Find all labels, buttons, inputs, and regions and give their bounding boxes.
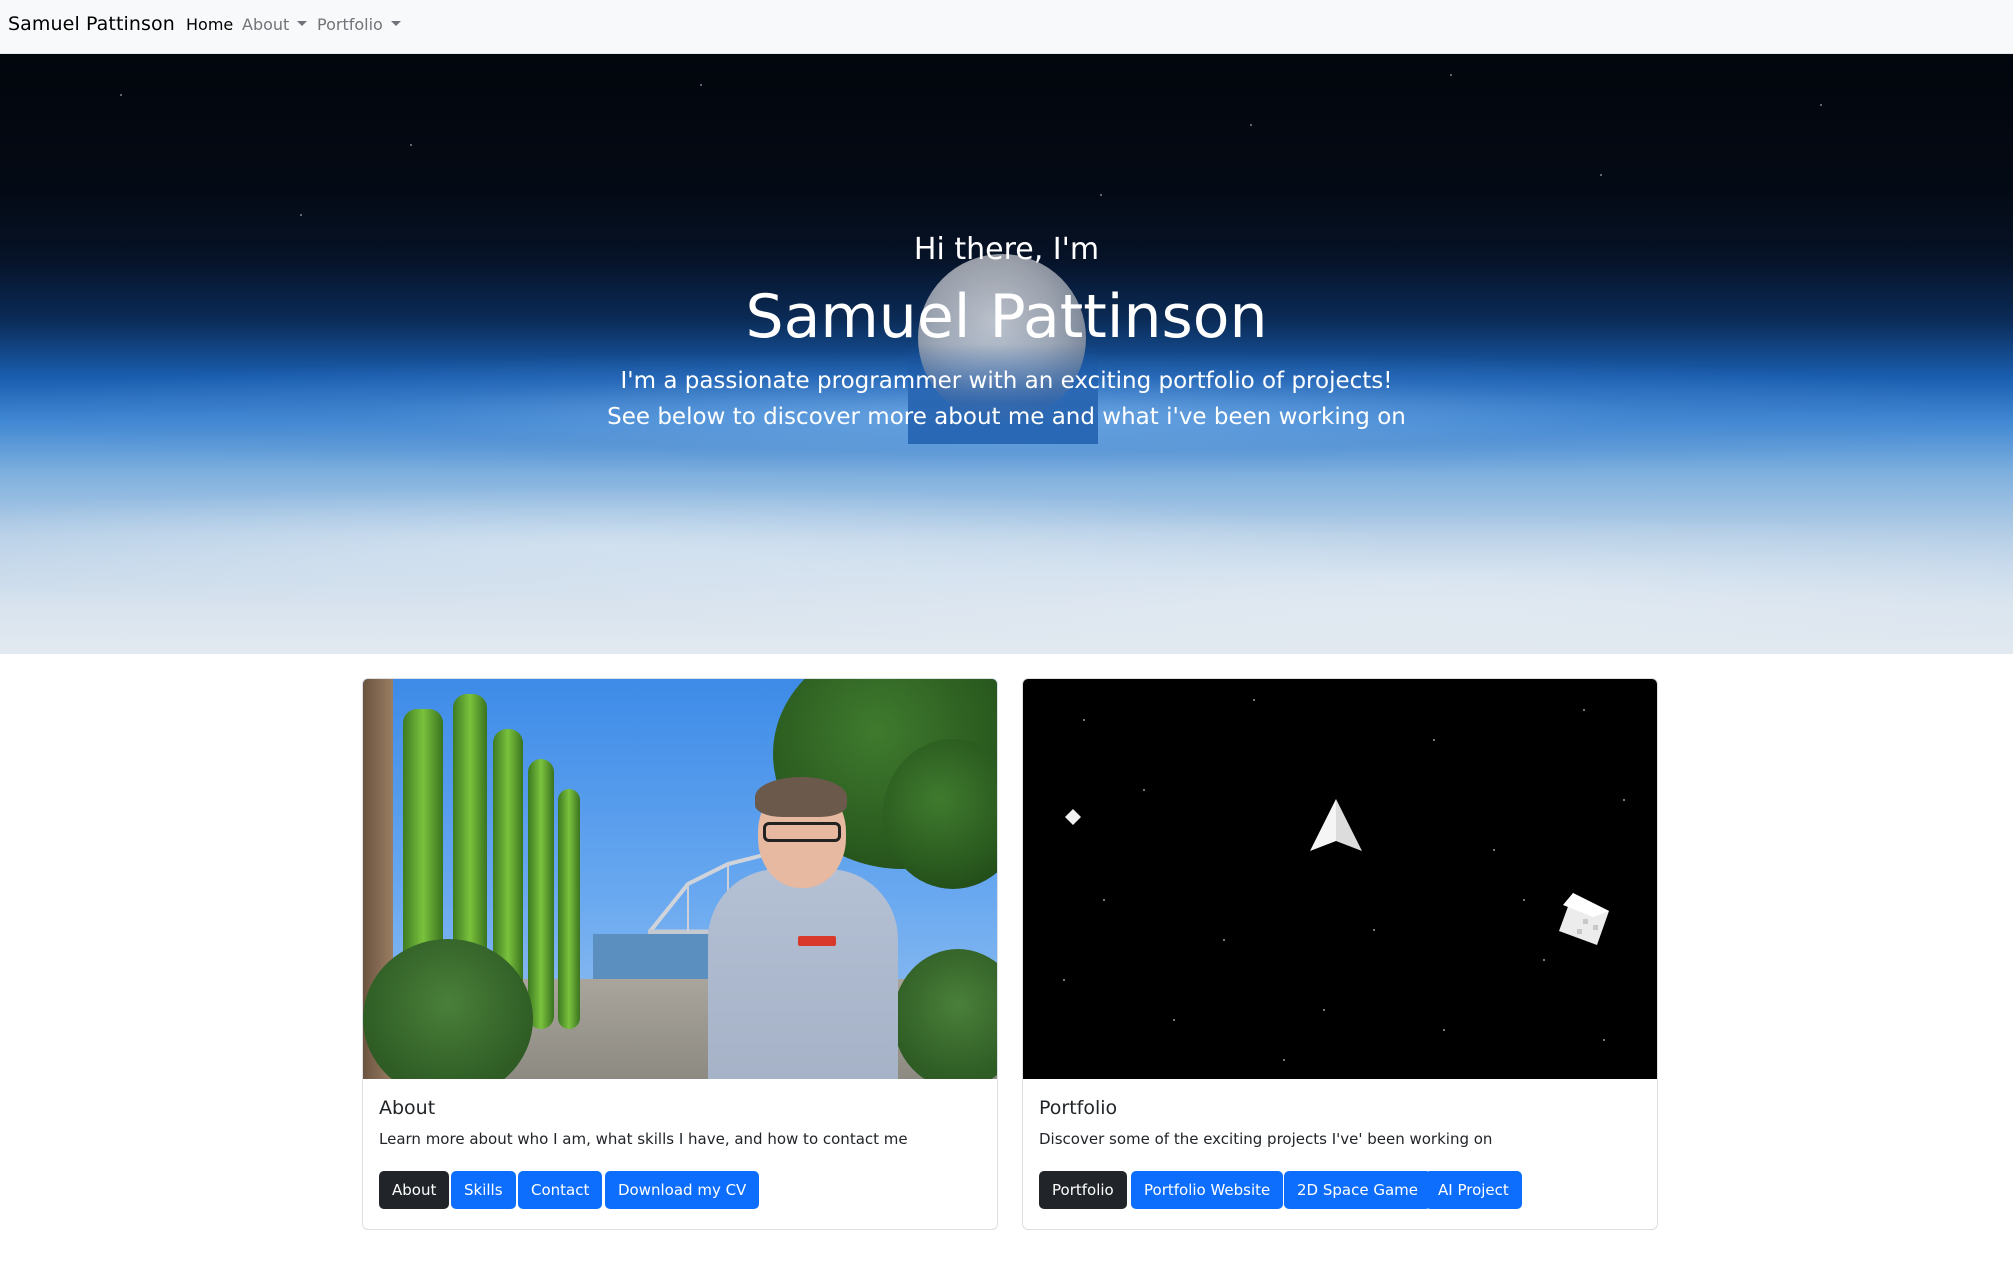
person-figure — [708, 869, 898, 1079]
about-button[interactable]: About — [379, 1171, 450, 1209]
nav-portfolio-dropdown[interactable]: Portfolio — [317, 15, 401, 34]
portfolio-card-title: Portfolio — [1039, 1097, 1118, 1119]
chevron-down-icon — [390, 21, 401, 26]
portfolio-card-text: Discover some of the exciting projects I… — [1039, 1130, 1493, 1148]
portfolio-card: Portfolio Discover some of the exciting … — [1022, 678, 1658, 1230]
hero-greeting: Hi there, I'm — [913, 232, 1100, 267]
hero-banner: Hi there, I'm Samuel Pattinson I'm a pas… — [0, 54, 2013, 654]
hero-name: Samuel Pattinson — [745, 282, 1268, 352]
navbar: Samuel Pattinson Home About Portfolio — [0, 0, 2013, 54]
about-card-text: Learn more about who I am, what skills I… — [379, 1130, 908, 1148]
chevron-down-icon — [297, 21, 308, 26]
skills-button[interactable]: Skills — [451, 1171, 516, 1209]
nav-about-label: About — [242, 15, 290, 34]
nav-home[interactable]: Home — [186, 15, 233, 34]
nav-about-dropdown[interactable]: About — [242, 15, 308, 34]
space-game-preview — [1023, 679, 1657, 1079]
nav-portfolio-label: Portfolio — [317, 15, 383, 34]
portfolio-website-button[interactable]: Portfolio Website — [1131, 1171, 1284, 1209]
cloud-layer — [0, 474, 2013, 654]
hero-tagline-1: I'm a passionate programmer with an exci… — [620, 368, 1393, 394]
space-game-button[interactable]: 2D Space Game — [1284, 1171, 1431, 1209]
ai-project-button[interactable]: AI Project — [1425, 1171, 1522, 1209]
navbar-brand[interactable]: Samuel Pattinson — [8, 13, 175, 35]
portfolio-button[interactable]: Portfolio — [1039, 1171, 1127, 1209]
about-card: About Learn more about who I am, what sk… — [362, 678, 998, 1230]
asteroid-large-icon — [1559, 893, 1609, 945]
about-card-title: About — [379, 1097, 436, 1119]
spaceship-icon — [1310, 799, 1362, 851]
download-cv-button[interactable]: Download my CV — [605, 1171, 760, 1209]
about-photo — [363, 679, 997, 1079]
hero-tagline-2: See below to discover more about me and … — [607, 404, 1406, 430]
contact-button[interactable]: Contact — [518, 1171, 603, 1209]
asteroid-small-icon — [1065, 809, 1081, 825]
